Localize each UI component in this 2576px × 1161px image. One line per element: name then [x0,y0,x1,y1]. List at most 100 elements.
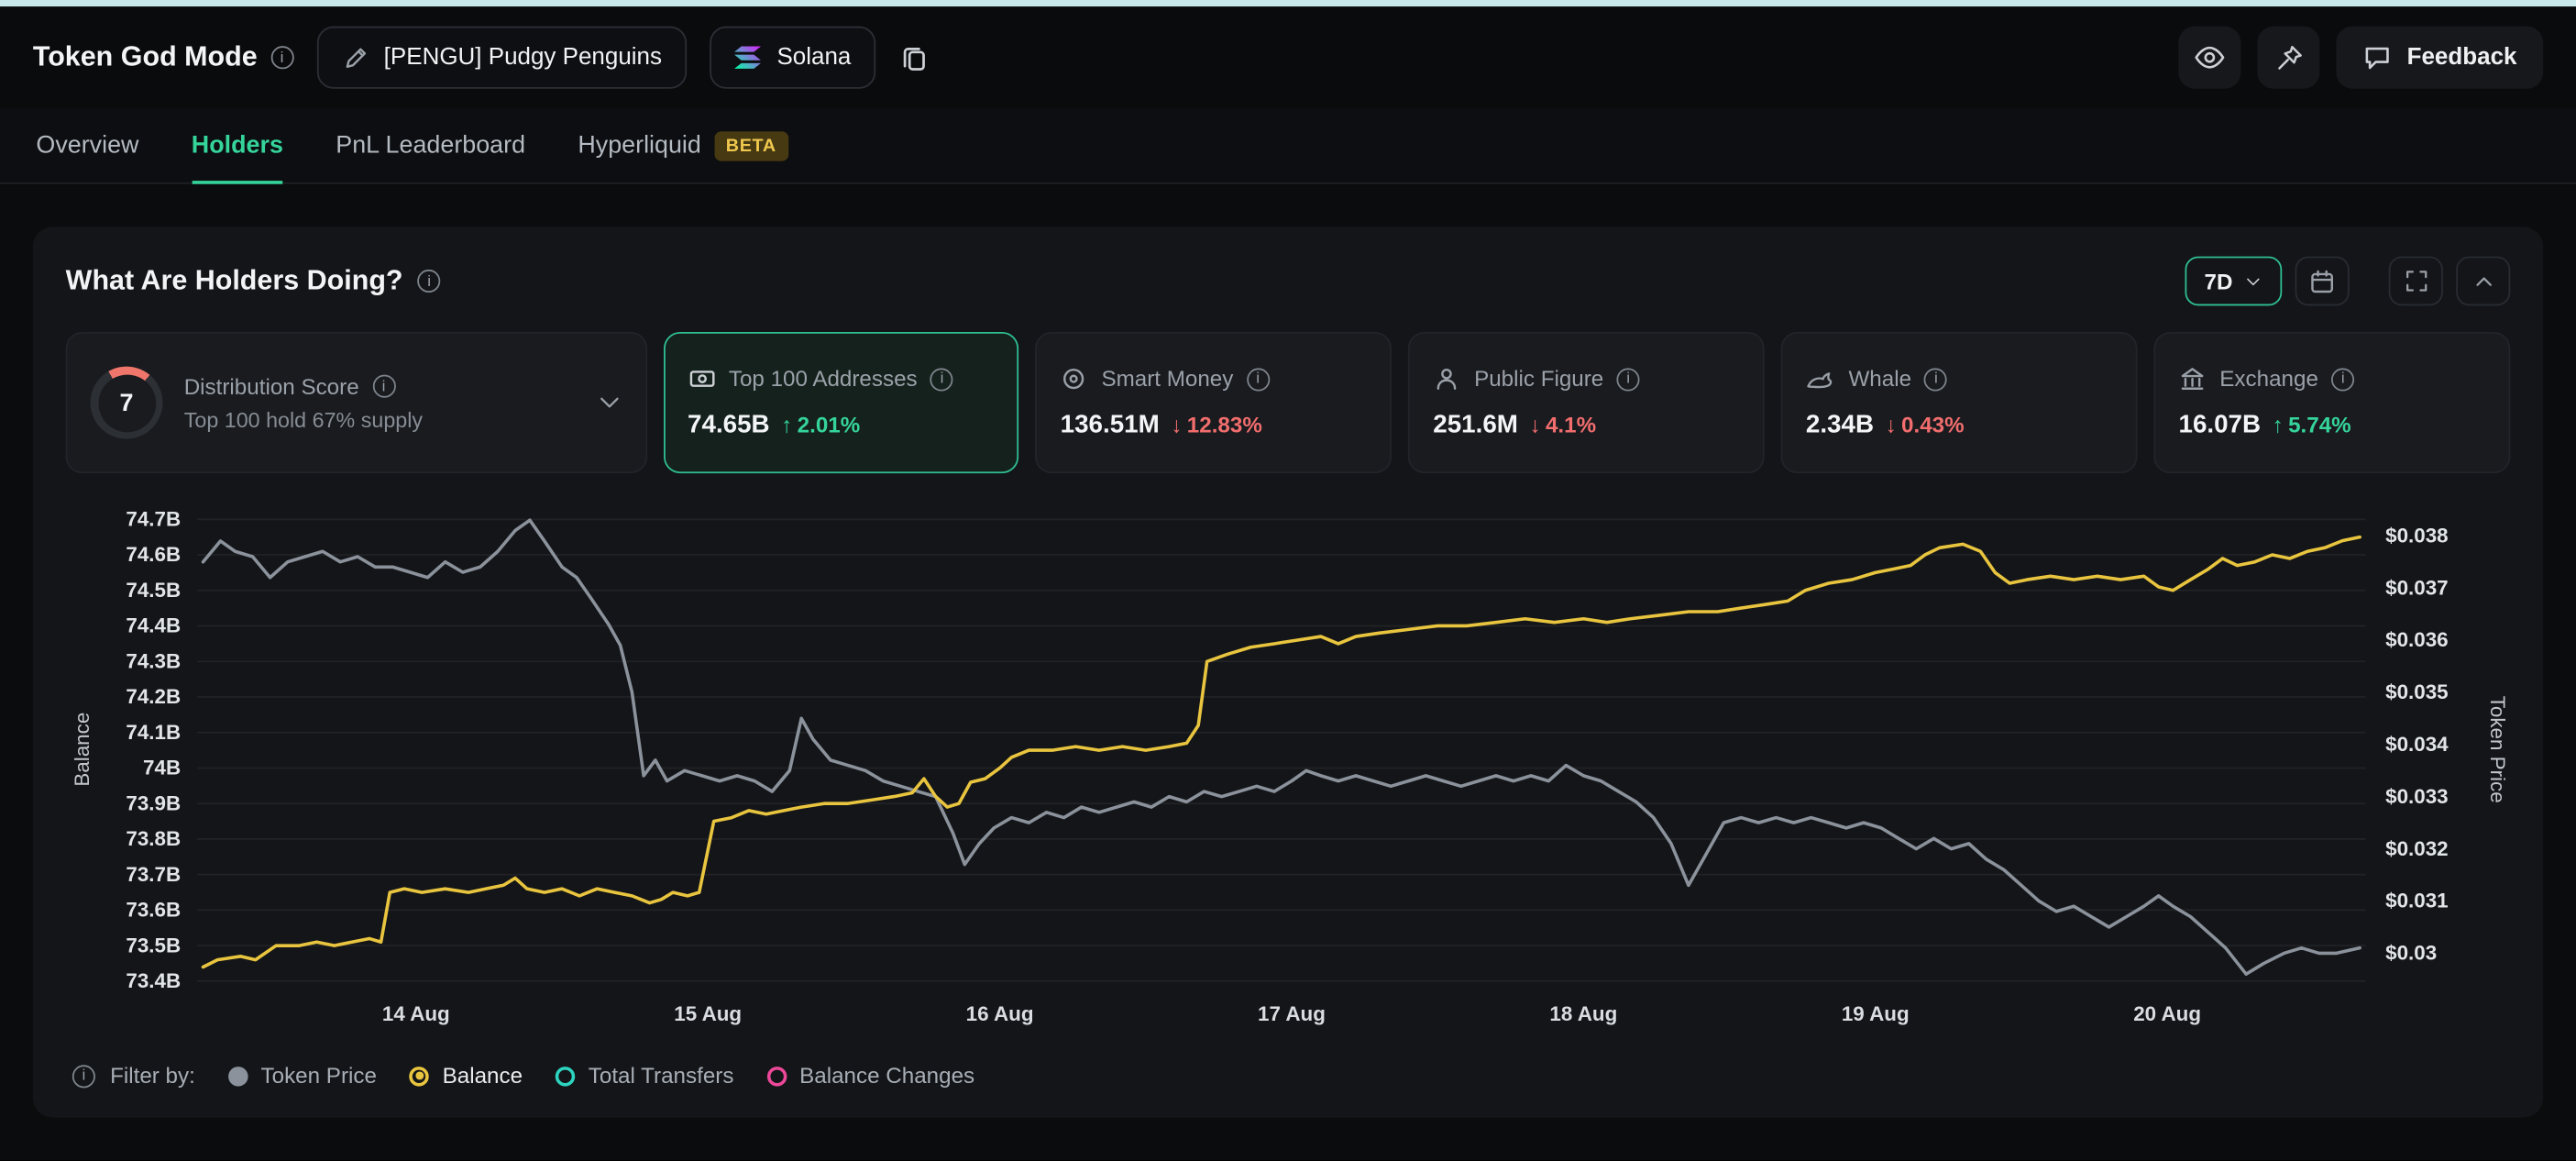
panel-controls: 7D [2185,257,2510,306]
left-axis-tick: 74.6B [126,543,181,566]
filter-option-total-transfers[interactable]: Total Transfers [556,1063,734,1088]
tab-hyperliquid-label: Hyperliquid [578,131,700,159]
left-axis-tick: 74.7B [126,507,181,530]
stat-card-public-figure[interactable]: Public Figure 251.6M ↓ 4.1% [1408,332,1765,473]
pin-icon [2273,42,2305,73]
stat-card-whale[interactable]: Whale 2.34B ↓ 0.43% [1781,332,2138,473]
info-icon[interactable] [930,368,953,391]
main-content: What Are Holders Doing? 7D [0,184,2576,1118]
stat-value: 16.07B [2178,411,2261,440]
watchlist-button[interactable] [2178,27,2240,89]
pin-button[interactable] [2258,27,2320,89]
left-axis-label: Balance [71,713,94,787]
right-axis-tick: $0.031 [2385,890,2448,912]
left-axis-tick: 73.9B [126,791,181,814]
x-axis-tick: 16 Aug [966,1002,1034,1025]
arrow-down-icon: ↓ [1529,413,1540,437]
stat-change-value: 4.1% [1546,413,1596,437]
left-axis-tick: 74.4B [126,614,181,637]
series-line-token-price [204,520,2361,974]
info-icon[interactable] [1247,368,1270,391]
stat-change: ↑ 2.01% [781,413,860,437]
stat-name: Smart Money [1101,367,1233,392]
x-axis-tick: 19 Aug [1842,1002,1910,1025]
app-header: Token God Mode [PENGU] Pudgy Penguins So… [0,6,2576,108]
feedback-button[interactable]: Feedback [2337,27,2544,89]
chain-selector[interactable]: Solana [710,27,875,89]
fullscreen-icon [2403,268,2429,294]
left-axis-tick: 74.1B [126,721,181,744]
range-selector[interactable]: 7D [2185,257,2282,306]
stat-change-value: 2.01% [798,413,861,437]
chevron-down-icon [2244,272,2262,291]
filter-option-token-price[interactable]: Token Price [228,1063,377,1088]
feedback-label: Feedback [2407,44,2517,71]
distribution-score-text: Distribution Score Top 100 hold 67% supp… [184,374,575,432]
info-icon[interactable] [372,375,395,398]
x-axis-tick: 14 Aug [382,1002,450,1025]
filter-option-balance-changes[interactable]: Balance Changes [766,1063,974,1088]
tab-pnl-leaderboard[interactable]: PnL Leaderboard [336,108,525,182]
stat-value: 251.6M [1433,411,1518,440]
main-tabs: Overview Holders PnL Leaderboard Hyperli… [0,108,2576,183]
person-icon [1433,365,1460,393]
filter-option-balance[interactable]: Balance [410,1063,523,1088]
stat-value: 136.51M [1061,411,1160,440]
right-axis-tick: $0.035 [2385,680,2448,703]
info-icon[interactable] [1924,368,1947,391]
filter-label-group: Filter by: [72,1063,195,1088]
tab-hyperliquid[interactable]: Hyperliquid BETA [578,108,787,182]
stat-name: Exchange [2219,367,2318,392]
token-selector[interactable]: [PENGU] Pudgy Penguins [316,27,687,89]
filter-option-label: Balance Changes [799,1063,974,1088]
bank-icon [2178,365,2206,393]
panel-header: What Are Holders Doing? 7D [66,257,2511,306]
coin-icon [1061,365,1088,393]
left-axis-tick: 73.6B [126,899,181,922]
stat-value: 2.34B [1806,410,1874,439]
stat-change-value: 0.43% [1901,412,1965,437]
chevron-down-icon[interactable] [596,390,622,416]
info-icon[interactable] [2331,368,2354,391]
stat-card-exchange[interactable]: Exchange 16.07B ↑ 5.74% [2154,332,2511,473]
info-icon[interactable] [72,1064,95,1087]
x-axis-tick: 20 Aug [2133,1002,2201,1025]
info-icon[interactable] [418,270,441,293]
arrow-up-icon: ↑ [2273,413,2284,437]
distribution-score-subtitle: Top 100 hold 67% supply [184,407,575,432]
series-line-balance [204,537,2361,968]
app-title-group: Token God Mode [33,41,293,74]
fullscreen-button[interactable] [2389,257,2443,306]
balance-changes-ring-icon [766,1066,787,1086]
calendar-button[interactable] [2295,257,2350,306]
arrow-up-icon: ↑ [781,413,792,437]
top-accent-bar [0,0,2576,6]
right-axis-tick: $0.034 [2385,733,2449,756]
info-icon[interactable] [270,46,293,69]
right-axis-tick: $0.033 [2385,785,2448,808]
holders-chart[interactable]: 74.7B74.6B74.5B74.4B74.3B74.2B74.1B74B73… [66,500,2511,1054]
left-axis-tick: 73.4B [126,969,181,992]
filter-option-label: Token Price [261,1063,377,1088]
copy-address-button[interactable] [898,42,930,73]
range-selector-value: 7D [2205,269,2233,293]
stat-value: 74.65B [688,411,770,440]
x-axis-tick: 18 Aug [1549,1002,1617,1025]
stat-card-distribution-score[interactable]: 7 Distribution Score Top 100 hold 67% su… [66,332,647,473]
pencil-icon [341,43,369,71]
left-axis-tick: 74.3B [126,649,181,672]
tab-holders[interactable]: Holders [192,108,283,182]
collapse-button[interactable] [2456,257,2510,306]
left-axis-tick: 73.7B [126,863,181,886]
total-transfers-ring-icon [556,1066,576,1086]
tab-overview[interactable]: Overview [36,108,138,182]
holders-chart-svg[interactable]: 74.7B74.6B74.5B74.4B74.3B74.2B74.1B74B73… [66,500,2511,1045]
right-axis-tick: $0.03 [2385,942,2437,965]
stat-card-top-100-addresses[interactable]: Top 100 Addresses 74.65B ↑ 2.01% [663,332,1019,473]
info-icon[interactable] [1617,368,1640,391]
tab-holders-label: Holders [192,131,283,159]
token-price-dot-icon [228,1066,248,1086]
copy-icon [898,42,930,73]
right-axis-tick: $0.037 [2385,576,2448,599]
stat-card-smart-money[interactable]: Smart Money 136.51M ↓ 12.83% [1036,332,1393,473]
